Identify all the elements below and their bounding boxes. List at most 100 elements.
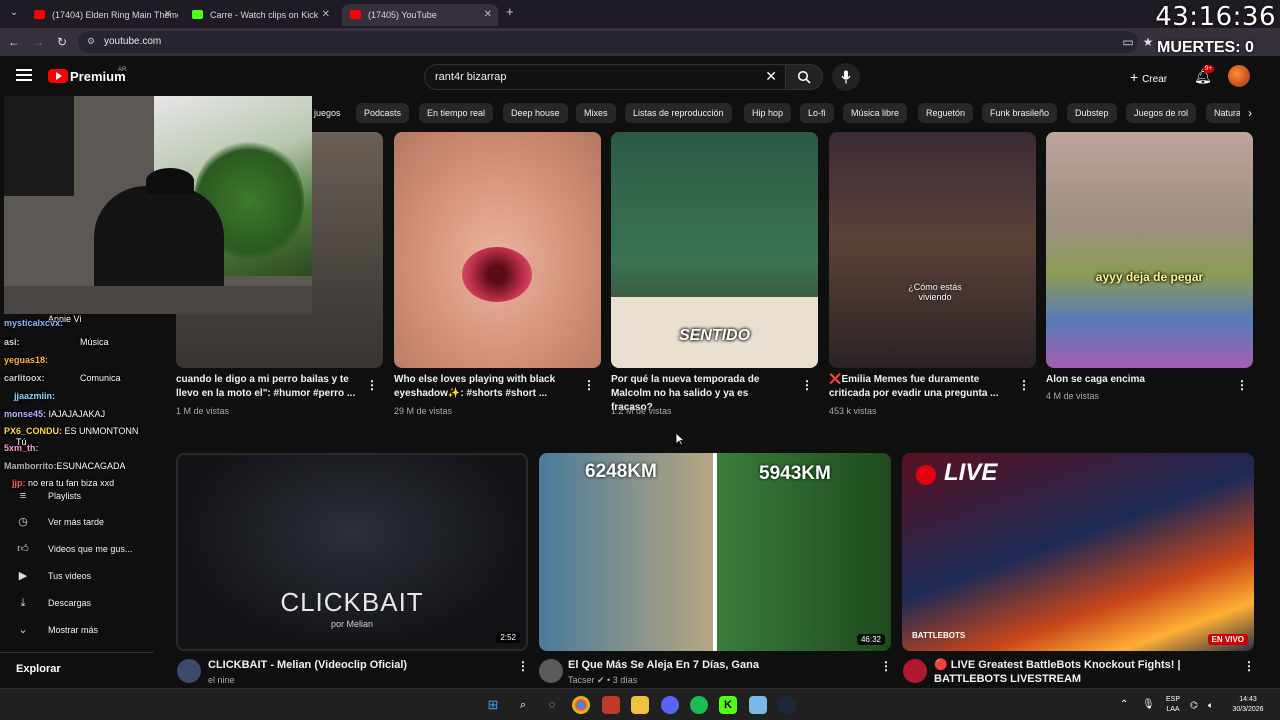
chip-listas[interactable]: Listas de reproducción [625,103,732,123]
file-explorer-icon[interactable] [631,696,649,714]
video-title[interactable]: 🔴 LIVE Greatest BattleBots Knockout Figh… [934,658,1234,686]
channel-avatar[interactable] [177,659,201,683]
short-title[interactable]: ❌Emilia Memes fue duramente criticada po… [829,373,1009,401]
more-options-icon[interactable]: ⋮ [1018,378,1030,392]
youtube-logo-icon[interactable] [48,69,68,83]
more-options-icon[interactable]: ⋮ [880,659,892,673]
windows-taskbar: ⊞ ⌕ ◌ K ⌃ 🎙︎ ESP LAA ⌬ 🔈︎ 14:43 30/3/2026 [0,688,1280,720]
short-thumbnail-eyeshadow[interactable] [394,132,601,368]
chip-dubstep[interactable]: Dubstep [1067,103,1117,123]
close-tab-icon[interactable]: ✕ [484,4,492,26]
chip-regueton[interactable]: Reguetón [918,103,974,123]
channel-avatar[interactable] [539,659,563,683]
kick-icon[interactable]: K [719,696,737,714]
thumb-live-text: LIVE [944,459,998,486]
more-options-icon[interactable]: ⋮ [801,378,813,392]
clock-date[interactable]: 14:43 30/3/2026 [1226,695,1270,715]
microphone-icon[interactable]: 🎙︎ [1142,700,1155,710]
channel-avatar[interactable] [903,659,927,683]
chip-juegos[interactable]: juegos [306,103,349,123]
video-thumbnail-battlebots[interactable]: LIVE BATTLEBOTS EN VIVO [902,453,1254,651]
search-icon [797,70,811,84]
site-info-icon[interactable]: ⚙ [87,36,95,47]
bookmark-star-icon[interactable]: ★ [1140,34,1156,50]
tab-elden-ring[interactable]: (17404) Elden Ring Main Theme ✕ [26,4,178,26]
app-icon[interactable] [602,696,620,714]
video-thumbnail-clickbait[interactable]: CLICKBAIT por Melian 2:52 [176,453,528,651]
more-options-icon[interactable]: ⋮ [1236,378,1248,392]
live-dot-icon [916,465,936,485]
notepad-icon[interactable] [749,696,767,714]
short-title[interactable]: Alon se caga encima [1046,373,1226,387]
short-thumbnail-malcolm[interactable]: SENTIDO [611,132,818,368]
chip-deep-house[interactable]: Deep house [503,103,568,123]
video-duration: 46:32 [856,634,885,645]
close-tab-icon[interactable]: ✕ [322,4,330,26]
more-options-icon[interactable]: ⋮ [583,378,595,392]
screen: ⌄ (17404) Elden Ring Main Theme ✕ Carre … [0,0,1280,720]
close-tab-icon[interactable]: ✕ [164,4,172,26]
chip-juegos-de-rol[interactable]: Juegos de rol [1126,103,1197,123]
start-menu-icon[interactable]: ⊞ [484,696,502,714]
chips-next-icon[interactable]: › [1240,103,1260,123]
video-channel[interactable]: el nine [208,675,235,685]
input-language[interactable]: ESP LAA [1163,695,1183,715]
chip-musica-libre[interactable]: Música libre [843,103,908,123]
chip-hip-hop[interactable]: Hip hop [744,103,792,123]
tab-youtube[interactable]: (17405) YouTube ✕ [342,4,498,26]
steam-icon[interactable] [778,696,796,714]
chat-text: Comunica [80,373,121,383]
clear-search-icon[interactable]: ✕ [765,68,777,85]
thumb-subtitle-text: por Melian [330,619,374,629]
chip-lofi[interactable]: Lo-fi [800,103,834,123]
sidebar-divider [0,652,154,653]
discord-icon[interactable] [661,696,679,714]
reload-icon[interactable]: ↻ [54,34,70,50]
chrome-icon[interactable] [572,696,590,714]
chip-funk-brasileno[interactable]: Funk brasileño [982,103,1058,123]
chip-en-tiempo-real[interactable]: En tiempo real [419,103,494,123]
account-avatar[interactable] [1228,65,1250,87]
webcam-monitor [4,96,74,196]
video-thumbnail-7-dias[interactable]: 6248KM 5943KM 46:32 [539,453,891,651]
search-icon[interactable]: ⌕ [514,696,532,714]
more-options-icon[interactable]: ⋮ [517,659,529,673]
tray-chevron-icon[interactable]: ⌃ [1120,700,1128,710]
video-channel[interactable]: Tacser ✔ • 3 días [568,675,637,686]
video-title[interactable]: CLICKBAIT - Melian (Videoclip Oficial) [208,658,508,672]
more-options-icon[interactable]: ⋮ [1243,659,1255,673]
address-bar[interactable]: ⚙ youtube.com [78,31,1138,53]
language-code: ESP [1165,696,1180,703]
volume-icon[interactable]: 🔈︎ [1208,700,1213,710]
short-title[interactable]: cuando le digo a mi perro bailas y te ll… [176,373,356,401]
sidebar-item-label: Descargas [48,598,92,608]
youtube-favicon-icon [34,10,45,19]
short-thumbnail-emilia[interactable]: ¿Cómo estás viviendo [829,132,1036,368]
network-icon[interactable]: ⌬ [1190,700,1198,710]
chip-podcasts[interactable]: Podcasts [356,103,410,123]
more-options-icon[interactable]: ⋮ [366,378,378,392]
webcam-cap [146,168,194,194]
voice-search-button[interactable] [832,63,860,91]
cast-icon[interactable]: ▭ [1120,34,1136,50]
spotify-icon[interactable] [690,696,708,714]
task-view-icon[interactable]: ◌ [543,696,561,714]
tab-title: Carre - Watch clips on Kick [210,10,319,20]
search-button[interactable] [785,64,823,90]
chat-user: mysticalxcvx: [4,318,64,328]
video-title[interactable]: El Que Más Se Aleja En 7 Días, Gana [568,658,868,672]
video-duration: 2:52 [496,632,520,643]
chat-text: IAJAJAJAKAJ [48,409,106,419]
browser-tabstrip: ⌄ (17404) Elden Ring Main Theme ✕ Carre … [0,0,1280,28]
back-icon[interactable]: ← [6,34,22,50]
short-thumbnail-alon[interactable]: ayyy deja de pegar [1046,132,1253,368]
create-button[interactable]: + Crear [1124,64,1173,90]
search-input[interactable]: rant4r bizarrap ✕ [424,64,786,90]
menu-icon[interactable] [16,69,32,81]
short-title[interactable]: Who else loves playing with black eyesha… [394,373,574,401]
forward-icon[interactable]: → [30,34,46,50]
chip-mixes[interactable]: Mixes [576,103,616,123]
tab-search-icon[interactable]: ⌄ [6,5,22,21]
tab-kick[interactable]: Carre - Watch clips on Kick ✕ [184,4,336,26]
new-tab-icon[interactable]: + [506,4,514,19]
